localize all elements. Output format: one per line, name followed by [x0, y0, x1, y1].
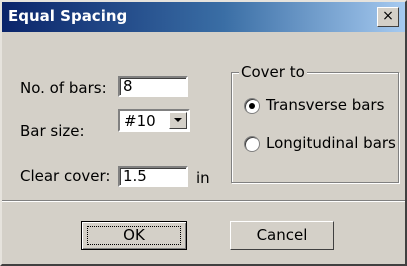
dropdown-button[interactable]	[169, 112, 187, 129]
bar-size-value: #10	[124, 112, 156, 130]
close-icon: ×	[382, 8, 394, 24]
chevron-down-icon	[174, 118, 182, 122]
close-button[interactable]: ×	[377, 7, 399, 27]
clear-cover-label: Clear cover:	[20, 167, 111, 185]
cancel-button[interactable]: Cancel	[230, 221, 334, 250]
cancel-button-label: Cancel	[256, 226, 308, 244]
clear-cover-unit: in	[196, 169, 210, 187]
cover-to-group	[231, 72, 399, 183]
bar-size-select[interactable]: #10	[118, 109, 190, 132]
radio-button[interactable]	[244, 98, 260, 114]
cover-to-legend: Cover to	[239, 63, 307, 81]
dialog-title: Equal Spacing	[8, 7, 128, 25]
bars-label: No. of bars:	[20, 79, 107, 97]
ok-button[interactable]: OK	[81, 221, 187, 250]
separator	[2, 200, 405, 202]
radio-longitudinal-label[interactable]: Longitudinal bars	[266, 134, 396, 152]
radio-selected-dot	[249, 103, 255, 109]
bars-input[interactable]: 8	[118, 76, 188, 97]
clear-cover-input[interactable]: 1.5	[118, 166, 188, 187]
focus-rect	[87, 226, 181, 245]
bar-size-label: Bar size:	[20, 122, 85, 140]
radio-transverse-label[interactable]: Transverse bars	[266, 96, 384, 114]
radio-button[interactable]	[244, 136, 260, 152]
dialog-window: Equal Spacing × No. of bars: 8 Bar size:…	[0, 0, 407, 266]
title-bar[interactable]: Equal Spacing ×	[2, 2, 405, 32]
